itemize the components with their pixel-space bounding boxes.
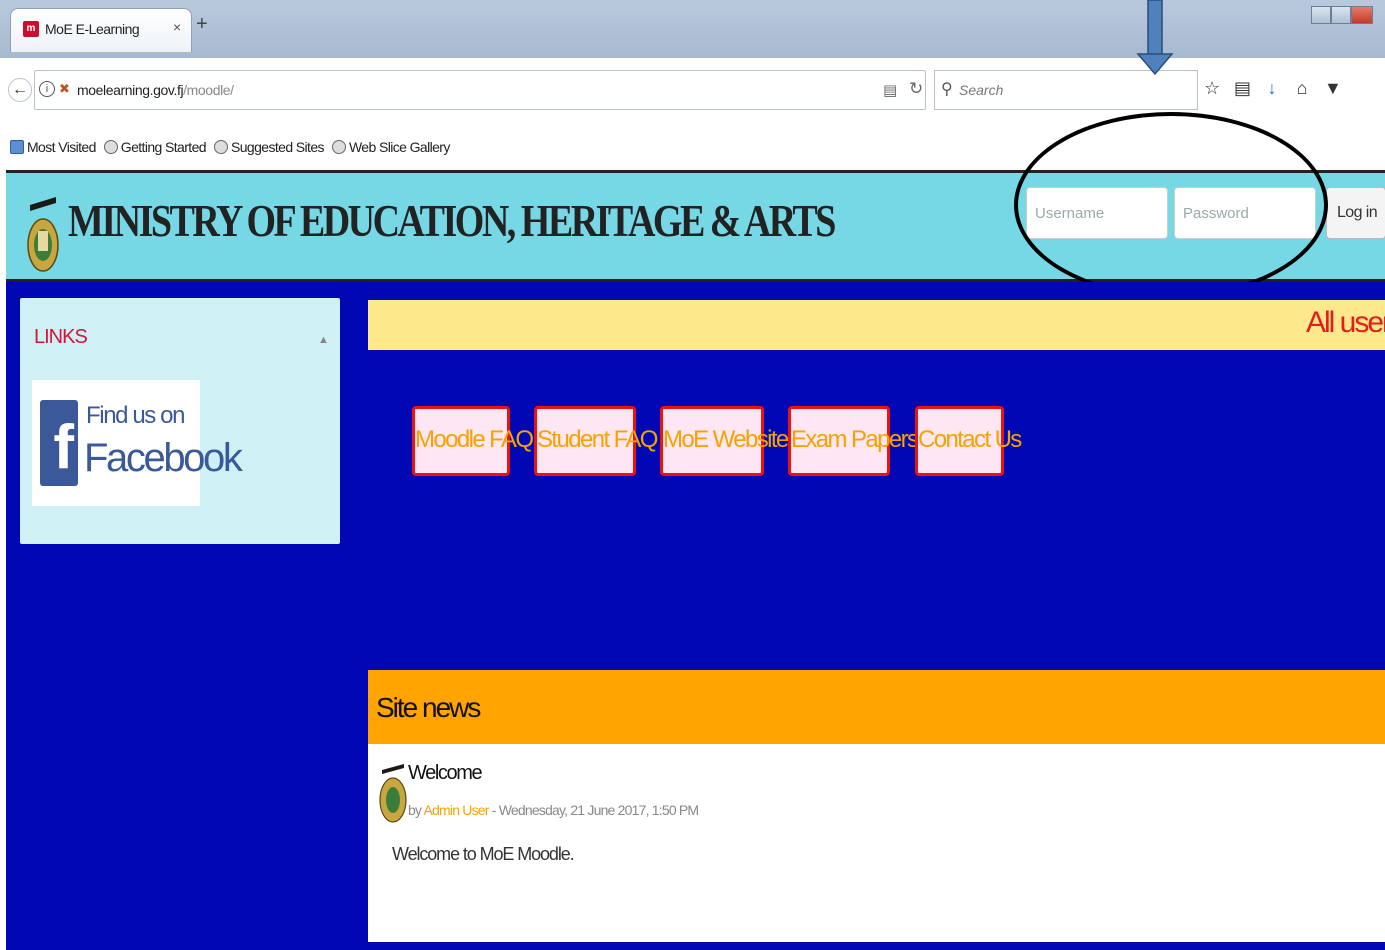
- bookmark-label: Most Visited: [27, 139, 96, 155]
- bookmark-most-visited[interactable]: Most Visited: [10, 139, 96, 155]
- close-window-button[interactable]: [1351, 6, 1373, 24]
- news-author-link[interactable]: Admin User: [424, 802, 490, 818]
- browser-tab[interactable]: m MoE E-Learning ×: [10, 8, 192, 52]
- reader-view-icon[interactable]: ▤: [883, 81, 897, 99]
- minimize-button[interactable]: [1311, 6, 1331, 24]
- moodle-faq-button[interactable]: Moodle FAQ: [412, 406, 534, 476]
- facebook-badge[interactable]: f Find us on Facebook: [32, 380, 243, 506]
- facebook-icon: f: [40, 400, 78, 486]
- downloads-icon[interactable]: ↓: [1264, 76, 1280, 100]
- annotation-ellipse: [1014, 112, 1328, 298]
- login-button[interactable]: Log in: [1326, 187, 1385, 239]
- bookmark-label: Getting Started: [120, 139, 207, 155]
- bookmark-web-slice-gallery[interactable]: Web Slice Gallery: [331, 139, 450, 155]
- contact-us-button[interactable]: Contact Us: [915, 406, 1022, 476]
- tab-title: MoE E-Learning: [45, 21, 140, 37]
- url-text: moelearning.gov.fj/moodle/: [77, 82, 234, 98]
- bookmarks-list-icon[interactable]: ▤: [1234, 76, 1251, 100]
- notice-text: All users: [1306, 306, 1385, 339]
- links-block: LINKS ▲ f Find us on Facebook: [20, 298, 340, 544]
- notice-bar: All users: [368, 300, 1385, 350]
- facebook-find-text: Find us on: [86, 402, 185, 429]
- moe-website-button[interactable]: MoE Website: [660, 406, 789, 476]
- bookmark-suggested-sites[interactable]: Suggested Sites: [213, 139, 325, 155]
- facebook-name-text: Facebook: [84, 436, 243, 480]
- globe-icon: [213, 140, 228, 154]
- close-tab-icon[interactable]: ×: [173, 19, 181, 35]
- news-date: - Wednesday, 21 June 2017, 1:50 PM: [491, 802, 699, 818]
- news-by: by: [408, 802, 422, 818]
- collapse-icon[interactable]: ▲: [318, 334, 329, 346]
- student-faq-button[interactable]: Student FAQ: [534, 406, 658, 476]
- maximize-button[interactable]: [1331, 6, 1351, 24]
- site-title: MINISTRY OF EDUCATION, HERITAGE & ARTS: [68, 196, 836, 247]
- site-news-header: Site news: [368, 670, 1385, 744]
- url-host: moelearning.gov.fj: [77, 82, 184, 98]
- search-input[interactable]: [959, 80, 1189, 100]
- moodle-favicon-icon: m: [23, 21, 39, 37]
- news-title[interactable]: Welcome: [408, 762, 483, 785]
- bookmark-getting-started[interactable]: Getting Started: [103, 139, 207, 155]
- news-post: Welcome by Admin User - Wednesday, 21 Ju…: [368, 744, 1385, 942]
- address-bar[interactable]: i ✖ moelearning.gov.fj/moodle/ ▤ ↻: [34, 70, 926, 110]
- links-title: LINKS: [34, 326, 88, 348]
- bookmark-star-icon[interactable]: ☆: [1204, 76, 1220, 100]
- site-news-title: Site news: [376, 692, 481, 723]
- search-icon: ⚲: [941, 81, 953, 98]
- pocket-icon[interactable]: ▼: [1324, 76, 1342, 100]
- search-bar[interactable]: ⚲: [934, 70, 1198, 110]
- most-visited-icon: [10, 140, 24, 154]
- home-icon[interactable]: ⌂: [1294, 76, 1310, 100]
- annotation-arrow-icon: [1136, 0, 1174, 76]
- globe-icon: [331, 140, 346, 154]
- ministry-crest-icon: [27, 197, 59, 272]
- reload-icon[interactable]: ↻: [909, 79, 923, 99]
- back-button[interactable]: ←: [8, 78, 32, 102]
- info-icon[interactable]: i: [39, 81, 55, 97]
- browser-title-bar: m MoE E-Learning × +: [0, 0, 1385, 58]
- news-meta: by Admin User - Wednesday, 21 June 2017,…: [408, 802, 699, 818]
- bookmark-label: Web Slice Gallery: [348, 139, 450, 155]
- news-body: Welcome to MoE Moodle.: [392, 844, 575, 864]
- window-controls: [1311, 6, 1373, 26]
- bookmark-label: Suggested Sites: [230, 139, 325, 155]
- insecure-lock-icon: ✖: [59, 81, 70, 96]
- globe-icon: [103, 140, 118, 154]
- author-avatar: [379, 764, 407, 823]
- exam-papers-button[interactable]: Exam Papers: [788, 406, 919, 476]
- page-body: LINKS ▲ f Find us on Facebook All users …: [6, 282, 1385, 950]
- new-tab-button[interactable]: +: [196, 14, 208, 34]
- toolbar-icons: ☆ ▤ ↓ ⌂ ▼: [1204, 76, 1342, 100]
- url-path: /moodle/: [183, 82, 234, 98]
